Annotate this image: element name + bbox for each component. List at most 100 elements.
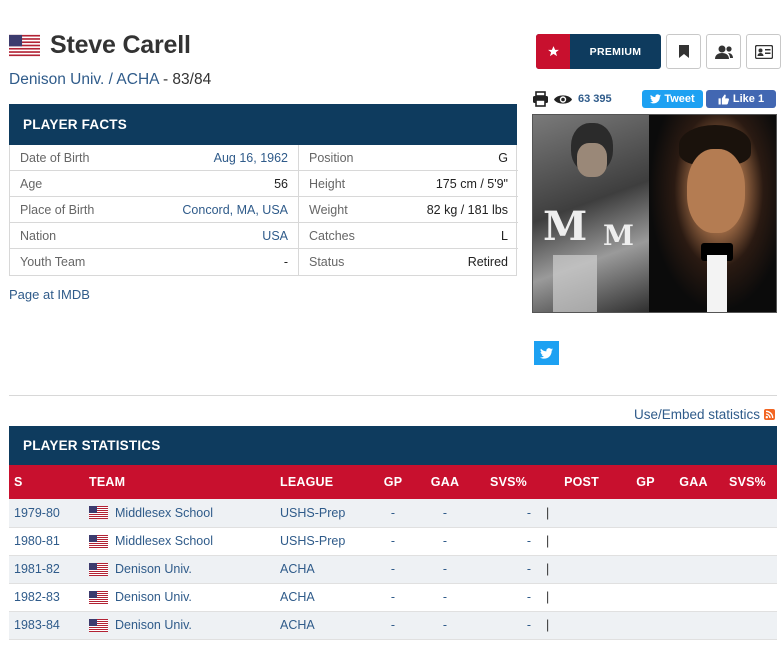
gp-value: -	[372, 555, 414, 584]
team-link[interactable]: Denison Univ.	[115, 562, 192, 576]
fact-label: Catches	[309, 228, 355, 243]
player-facts-table: Date of Birth Aug 16, 1962 Age 56 Place …	[9, 145, 518, 276]
league-link[interactable]: ACHA	[280, 590, 315, 604]
team-league-separator: /	[104, 71, 117, 88]
table-row: 1983-84 Denison Univ. ACHA - - - |	[9, 611, 777, 640]
league-link[interactable]: ACHA	[116, 71, 158, 88]
print-icon[interactable]	[532, 91, 549, 107]
fact-value[interactable]: Aug 16, 1962	[214, 151, 288, 165]
svs-value: -	[476, 527, 541, 556]
stats-header-row: S TEAM LEAGUE GP GAA SVS% POST GP GAA SV…	[9, 465, 777, 499]
fact-value[interactable]: Concord, MA, USA	[182, 203, 288, 217]
fact-label: Status	[309, 255, 345, 269]
premium-label: PREMIUM	[589, 45, 642, 58]
team-link[interactable]: Denison Univ.	[115, 590, 192, 604]
rss-icon	[764, 409, 775, 420]
team-link[interactable]: Denison Univ.	[9, 71, 104, 88]
fact-value: 82 kg / 181 lbs	[426, 202, 508, 217]
col-gaa[interactable]: GAA	[414, 465, 476, 499]
col-post-gp[interactable]: GP	[622, 465, 669, 499]
users-icon	[714, 45, 733, 59]
section-divider	[9, 395, 777, 396]
fact-label: Youth Team	[20, 255, 86, 269]
season-text: - 83/84	[158, 71, 212, 88]
season-link[interactable]: 1981-82	[14, 562, 60, 576]
team-link[interactable]: Denison Univ.	[115, 618, 192, 632]
views-count: 63 395	[578, 93, 612, 105]
facts-right-column: Position G Height 175 cm / 5'9" Weight 8…	[299, 145, 518, 275]
fact-label: Age	[20, 176, 43, 191]
id-card-icon	[754, 44, 773, 59]
fact-label: Position	[309, 150, 354, 165]
gp-value: -	[372, 611, 414, 640]
gp-value: -	[372, 499, 414, 528]
col-svs[interactable]: SVS%	[476, 465, 541, 499]
col-league[interactable]: LEAGUE	[275, 465, 372, 499]
season-link[interactable]: 1979-80	[14, 506, 60, 520]
usa-flag-icon	[89, 506, 108, 519]
league-link[interactable]: USHS-Prep	[280, 506, 345, 520]
fact-status: Status Retired	[299, 249, 518, 275]
usa-flag-icon	[89, 619, 108, 632]
usa-flag-icon	[89, 591, 108, 604]
player-header: Steve Carell Denison Univ. / ACHA - 83/8…	[9, 31, 211, 89]
imdb-link[interactable]: Page at IMDB	[9, 287, 90, 302]
post-separator: |	[546, 590, 550, 604]
team-link[interactable]: Middlesex School	[115, 534, 213, 548]
player-facts-title: PLAYER FACTS	[9, 104, 517, 145]
bookmark-button[interactable]	[666, 34, 701, 69]
fact-catches: Catches L	[299, 223, 518, 249]
top-action-buttons: PREMIUM	[536, 34, 781, 69]
league-link[interactable]: USHS-Prep	[280, 534, 345, 548]
fact-height: Height 175 cm / 5'9"	[299, 171, 518, 197]
gp-value: -	[372, 583, 414, 612]
contact-card-button[interactable]	[746, 34, 781, 69]
tweet-button[interactable]: Tweet	[642, 90, 703, 108]
usa-flag-icon	[9, 34, 40, 57]
gp-value: -	[372, 527, 414, 556]
fact-age: Age 56	[10, 171, 298, 197]
season-link[interactable]: 1980-81	[14, 534, 60, 548]
fact-label: Height	[309, 176, 346, 191]
fact-value: G	[498, 150, 508, 165]
post-separator: |	[546, 562, 550, 576]
player-statistics-table: S TEAM LEAGUE GP GAA SVS% POST GP GAA SV…	[9, 465, 777, 640]
follow-button[interactable]	[706, 34, 741, 69]
league-link[interactable]: ACHA	[280, 562, 315, 576]
gaa-value: -	[414, 499, 476, 528]
season-link[interactable]: 1983-84	[14, 618, 60, 632]
facts-left-column: Date of Birth Aug 16, 1962 Age 56 Place …	[10, 145, 299, 275]
svs-value: -	[476, 583, 541, 612]
fact-value[interactable]: USA	[262, 229, 288, 243]
fact-label: Date of Birth	[20, 150, 90, 165]
usa-flag-icon	[89, 535, 108, 548]
col-gp[interactable]: GP	[372, 465, 414, 499]
post-separator: |	[546, 618, 550, 632]
premium-button[interactable]: PREMIUM	[536, 34, 661, 69]
col-post-gaa[interactable]: GAA	[669, 465, 718, 499]
league-link[interactable]: ACHA	[280, 618, 315, 632]
season-link[interactable]: 1982-83	[14, 590, 60, 604]
views-row: 63 395	[532, 91, 612, 107]
table-row: 1980-81 Middlesex School USHS-Prep - - -…	[9, 527, 777, 556]
col-post[interactable]: POST	[541, 465, 622, 499]
gaa-value: -	[414, 583, 476, 612]
fact-nation: Nation USA	[10, 223, 298, 249]
gaa-value: -	[414, 555, 476, 584]
twitter-share-button[interactable]	[534, 341, 559, 365]
post-separator: |	[546, 534, 550, 548]
embed-statistics-link[interactable]: Use/Embed statistics	[634, 407, 775, 422]
player-photo: M M	[532, 114, 777, 313]
col-team[interactable]: TEAM	[84, 465, 275, 499]
tweet-label: Tweet	[664, 93, 695, 105]
col-post-svs[interactable]: SVS%	[718, 465, 777, 499]
eye-icon	[554, 94, 572, 104]
post-separator: |	[546, 505, 550, 520]
player-statistics-title: PLAYER STATISTICS	[9, 426, 777, 465]
gaa-value: -	[414, 527, 476, 556]
team-link[interactable]: Middlesex School	[115, 506, 213, 520]
facebook-like-button[interactable]: Like 1	[706, 90, 776, 108]
svs-value: -	[476, 611, 541, 640]
col-season[interactable]: S	[9, 465, 84, 499]
embed-statistics-label: Use/Embed statistics	[633, 407, 760, 422]
